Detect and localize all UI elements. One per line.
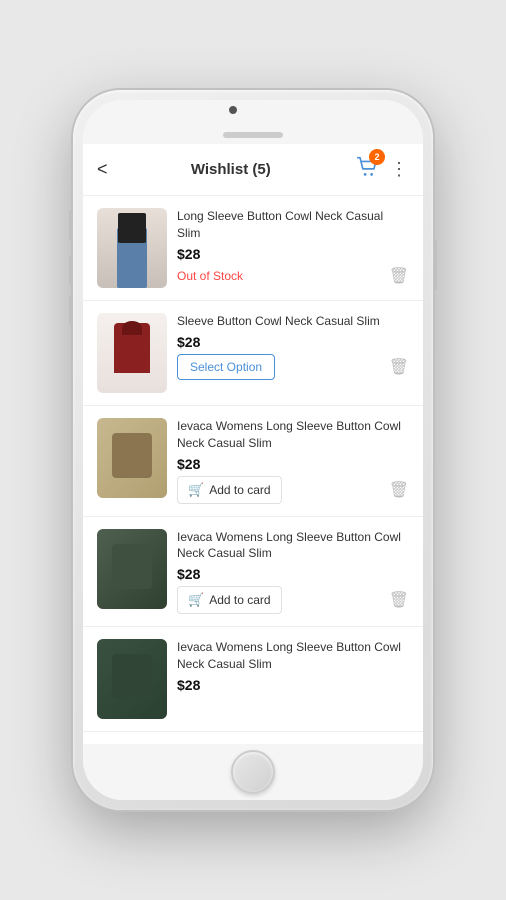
cart-button[interactable]: 2 <box>354 154 380 185</box>
item-name: Ievaca Womens Long Sleeve Button Cowl Ne… <box>177 639 409 673</box>
item-details-4: Ievaca Womens Long Sleeve Button Cowl Ne… <box>177 529 409 615</box>
item-price: $28 <box>177 566 409 582</box>
page-title: Wishlist (5) <box>191 161 271 178</box>
add-cart-icon: 🛒 <box>188 592 204 608</box>
add-to-cart-label: Add to card <box>209 593 270 607</box>
camera-dot <box>229 106 237 114</box>
item-details-2: Sleeve Button Cowl Neck Casual Slim $28 … <box>177 313 409 380</box>
out-of-stock-label: Out of Stock <box>177 269 243 283</box>
item-name: Ievaca Womens Long Sleeve Button Cowl Ne… <box>177 418 409 452</box>
item-details-5: Ievaca Womens Long Sleeve Button Cowl Ne… <box>177 639 409 693</box>
menu-button[interactable]: ⋮ <box>390 159 409 180</box>
item-name: Ievaca Womens Long Sleeve Button Cowl Ne… <box>177 529 409 563</box>
list-item: Long Sleeve Button Cowl Neck Casual Slim… <box>83 196 423 301</box>
product-image-1[interactable] <box>97 208 167 288</box>
product-image-4[interactable] <box>97 529 167 609</box>
delete-button[interactable]: 🗑 <box>389 590 409 610</box>
phone-frame: < Wishlist (5) 2 ⋮ <box>73 90 433 810</box>
cart-badge: 2 <box>369 149 385 165</box>
list-item: Ievaca Womens Long Sleeve Button Cowl Ne… <box>83 406 423 517</box>
item-price: $28 <box>177 246 409 262</box>
item-details-3: Ievaca Womens Long Sleeve Button Cowl Ne… <box>177 418 409 504</box>
phone-inner: < Wishlist (5) 2 ⋮ <box>83 100 423 800</box>
product-image-2[interactable] <box>97 313 167 393</box>
product-image-5[interactable] <box>97 639 167 719</box>
delete-button[interactable]: 🗑 <box>389 266 409 286</box>
item-name: Sleeve Button Cowl Neck Casual Slim <box>177 313 409 330</box>
back-button[interactable]: < <box>97 159 108 180</box>
item-price: $28 <box>177 456 409 472</box>
item-price: $28 <box>177 334 409 350</box>
add-to-cart-button[interactable]: 🛒 Add to card <box>177 586 282 614</box>
item-name: Long Sleeve Button Cowl Neck Casual Slim <box>177 208 409 242</box>
add-cart-icon: 🛒 <box>188 482 204 498</box>
item-action-row: 🛒 Add to card 🗑 <box>177 476 409 504</box>
header: < Wishlist (5) 2 ⋮ <box>83 144 423 196</box>
delete-button[interactable]: 🗑 <box>389 357 409 377</box>
item-price: $28 <box>177 677 409 693</box>
home-button[interactable] <box>231 750 275 794</box>
select-option-button[interactable]: Select Option <box>177 354 275 380</box>
item-action-row: Select Option 🗑 <box>177 354 409 380</box>
wishlist-items: Long Sleeve Button Cowl Neck Casual Slim… <box>83 196 423 744</box>
list-item: Sleeve Button Cowl Neck Casual Slim $28 … <box>83 301 423 406</box>
delete-button[interactable]: 🗑 <box>389 480 409 500</box>
add-to-cart-label: Add to card <box>209 483 270 497</box>
product-image-3[interactable] <box>97 418 167 498</box>
item-details-1: Long Sleeve Button Cowl Neck Casual Slim… <box>177 208 409 286</box>
add-to-cart-button[interactable]: 🛒 Add to card <box>177 476 282 504</box>
speaker <box>223 132 283 138</box>
item-action-row: Out of Stock 🗑 <box>177 266 409 286</box>
phone-bottom <box>83 744 423 800</box>
list-item: Ievaca Womens Long Sleeve Button Cowl Ne… <box>83 627 423 732</box>
phone-top-notch <box>83 100 423 144</box>
app-screen: < Wishlist (5) 2 ⋮ <box>83 144 423 744</box>
item-action-row: 🛒 Add to card 🗑 <box>177 586 409 614</box>
list-item: Ievaca Womens Long Sleeve Button Cowl Ne… <box>83 517 423 628</box>
header-actions: 2 ⋮ <box>354 154 409 185</box>
